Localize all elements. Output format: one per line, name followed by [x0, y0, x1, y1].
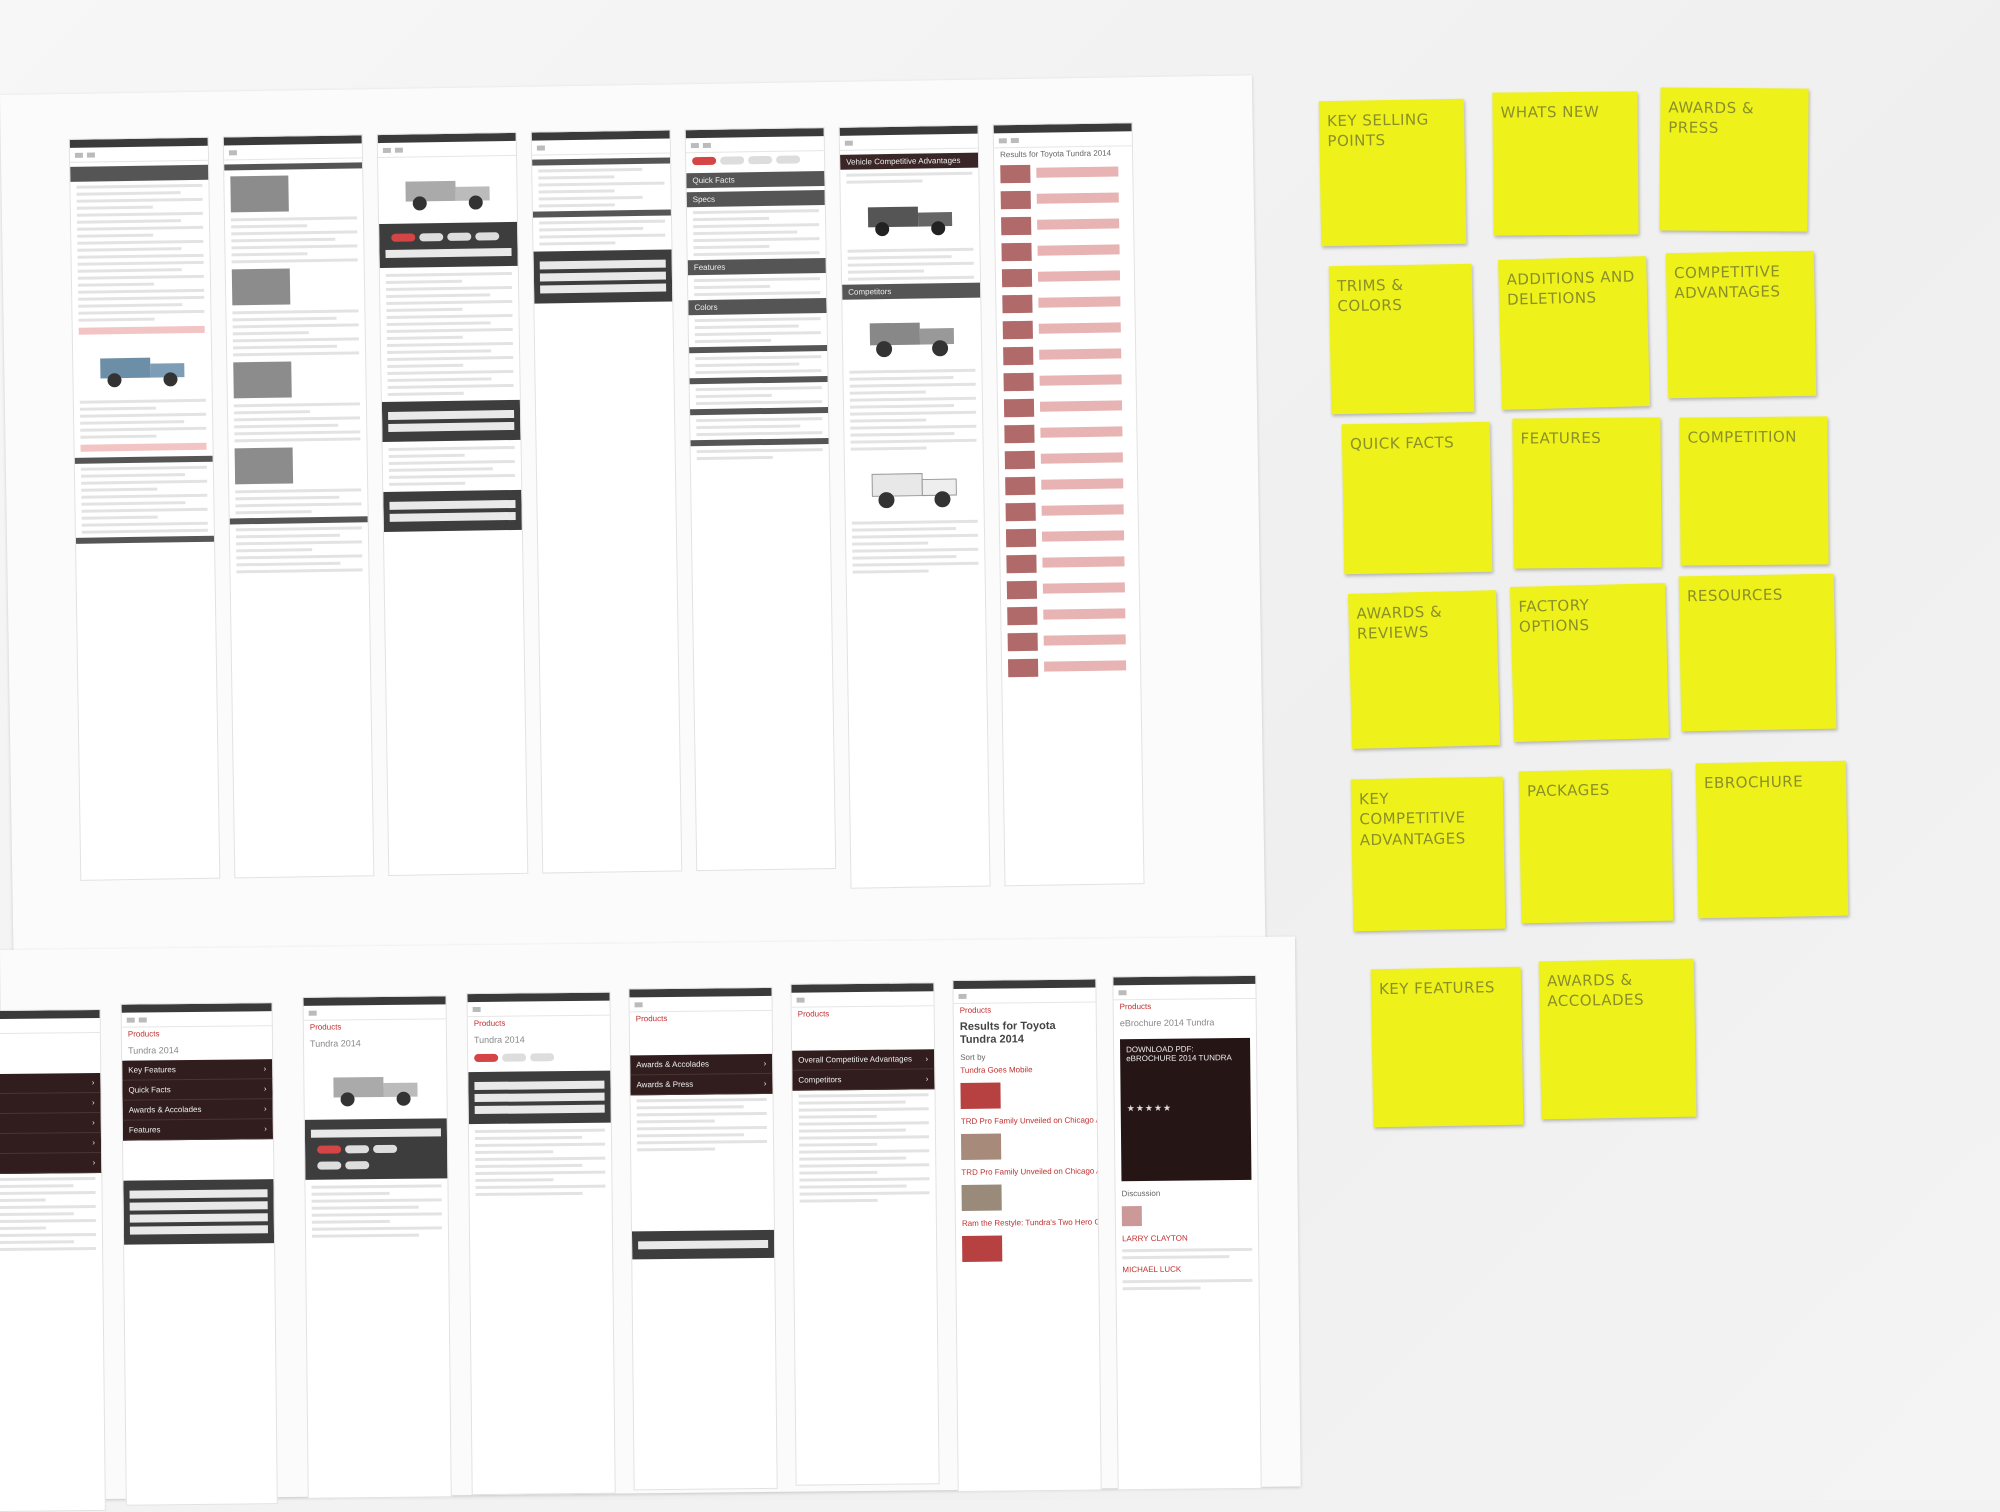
sticky-note: Features	[1512, 417, 1662, 569]
result-link[interactable]: TRD Pro Family Unveiled on Chicago Auto …	[955, 1114, 1097, 1128]
wireframe-phone-f: Products Overall Competitive Advantages ›…	[790, 982, 940, 1486]
result-link[interactable]: Tundra Goes Mobile	[954, 1063, 1096, 1077]
section-header	[70, 164, 209, 182]
sticky-note: Packages	[1518, 768, 1674, 924]
sticky-note: Awards & Accolades	[1538, 958, 1697, 1120]
wireframe-phone-h: Products eBrochure 2014 Tundra DOWNLOAD …	[1112, 974, 1262, 1491]
tab-specs[interactable]: Specs	[686, 190, 825, 208]
sticky-note: Awards & Press	[1659, 87, 1809, 232]
model-title: Tundra 2014	[473, 1034, 525, 1046]
tab-products[interactable]: Products	[630, 1011, 772, 1025]
section-menu: Key Features › Quick Facts › Awards & Acco…	[122, 1059, 273, 1141]
wireframe-phone-5: Quick Facts Specs Features Colors	[684, 127, 837, 872]
wireframe-sheet-top: Quick Facts Specs Features Colors Vehicl…	[0, 75, 1266, 957]
ebrochure-promo[interactable]: DOWNLOAD PDF: eBROCHURE 2014 TUNDRA ★★★★…	[1119, 1037, 1252, 1182]
sticky-note: Factory Options	[1509, 582, 1670, 743]
wireframe-phone-1	[68, 136, 221, 881]
tab-features[interactable]: Features	[687, 258, 826, 276]
section-header: Vehicle Competitive Advantages	[840, 152, 979, 170]
discussion-heading: Discussion	[1121, 1188, 1161, 1199]
truck-image	[867, 206, 953, 237]
sticky-note: Awards & Reviews	[1347, 590, 1501, 749]
section-menu: Awards & Accolades › Awards & Press ›	[630, 1053, 773, 1096]
results-heading: Results for Toyota Tundra 2014	[959, 1019, 1056, 1047]
ebrochure-title: eBrochure 2014 Tundra	[1119, 1017, 1215, 1029]
result-link[interactable]: TRD Pro Family Unveiled on Chicago Auto …	[955, 1165, 1097, 1179]
commenter-name[interactable]: LARRY CLAYTON	[1116, 1231, 1258, 1245]
wireframe-phone-6: Vehicle Competitive Advantages Competito…	[838, 124, 991, 889]
section-header: Competitors	[842, 282, 981, 300]
menu-item-quick-facts[interactable]: Quick Facts ›	[122, 1079, 273, 1101]
menu-item-features[interactable]: Features ›	[122, 1119, 273, 1141]
sticky-note: Additions and Deletions	[1498, 256, 1650, 410]
wireframe-phone-d: Products Tundra 2014	[466, 991, 616, 1496]
sticky-note: Whats New	[1492, 91, 1639, 236]
wireframe-phone-4	[530, 129, 683, 874]
truck-image	[333, 1076, 418, 1107]
truck-image	[869, 322, 955, 358]
model-title: Tundra 2014	[128, 1045, 179, 1056]
sticky-note: Resources	[1678, 573, 1837, 732]
sticky-note: Competitive Advantages	[1665, 250, 1817, 399]
menu-item-awards[interactable]: Awards & Accolades ›	[630, 1053, 773, 1076]
tab-quick-facts[interactable]: Quick Facts	[686, 171, 825, 189]
truck-image	[405, 180, 490, 211]
sticky-note: Competition	[1679, 416, 1829, 566]
sticky-note: Quick Facts	[1341, 421, 1493, 575]
sticky-note: Key Competitive Advantages	[1350, 776, 1506, 932]
menu-item-awards[interactable]: Awards & Accolades ›	[122, 1099, 273, 1121]
tab-pills[interactable]	[686, 151, 824, 169]
model-title: Tundra 2014	[309, 1038, 361, 1049]
section-menu: Overall Competitive Advantages › Competit…	[792, 1049, 935, 1091]
truck-image	[100, 357, 185, 388]
wireframe-phone-g: Products Results for Toyota Tundra 2014 …	[952, 978, 1102, 1493]
sticky-note: Trims & Colors	[1328, 263, 1475, 415]
wireframe-sheet-bottom: › › › › › Products Tundra 2014 Key Featu…	[0, 936, 1301, 1512]
wireframe-phone-2	[222, 134, 375, 879]
menu-item-key-features[interactable]: Key Features ›	[122, 1059, 273, 1081]
menu-item-overall-competitive[interactable]: Overall Competitive Advantages ›	[792, 1049, 935, 1071]
truck-image	[871, 473, 957, 509]
wireframe-phone-a: › › › › ›	[0, 1008, 106, 1512]
menu-item-competitors[interactable]: Competitors ›	[792, 1069, 935, 1091]
sticky-note: eBrochure	[1695, 760, 1849, 919]
menu-item-awards-press[interactable]: Awards & Press ›	[630, 1073, 773, 1096]
commenter-name[interactable]: MICHAEL LUCK	[1116, 1262, 1258, 1276]
tab-products[interactable]: Products	[792, 1006, 934, 1020]
rating-stars: ★★★★★	[1126, 1102, 1173, 1114]
tab-colors[interactable]: Colors	[688, 298, 827, 316]
wireframe-phone-c: Products Tundra 2014	[302, 995, 452, 1499]
sticky-note: Key Selling Points	[1318, 98, 1467, 247]
wireframe-phone-b: Products Tundra 2014 Key Features › Quick…	[120, 1002, 278, 1506]
wireframe-phone-e: Products Awards & Accolades › Awards & Pr…	[628, 986, 778, 1491]
sticky-note: Key Features	[1370, 966, 1524, 1128]
wireframe-phone-3	[376, 131, 529, 876]
result-link[interactable]: Ram the Restyle: Tundra's Two Hero Gears	[956, 1216, 1098, 1230]
wireframe-phone-7: Results for Toyota Tundra 2014	[992, 122, 1145, 887]
